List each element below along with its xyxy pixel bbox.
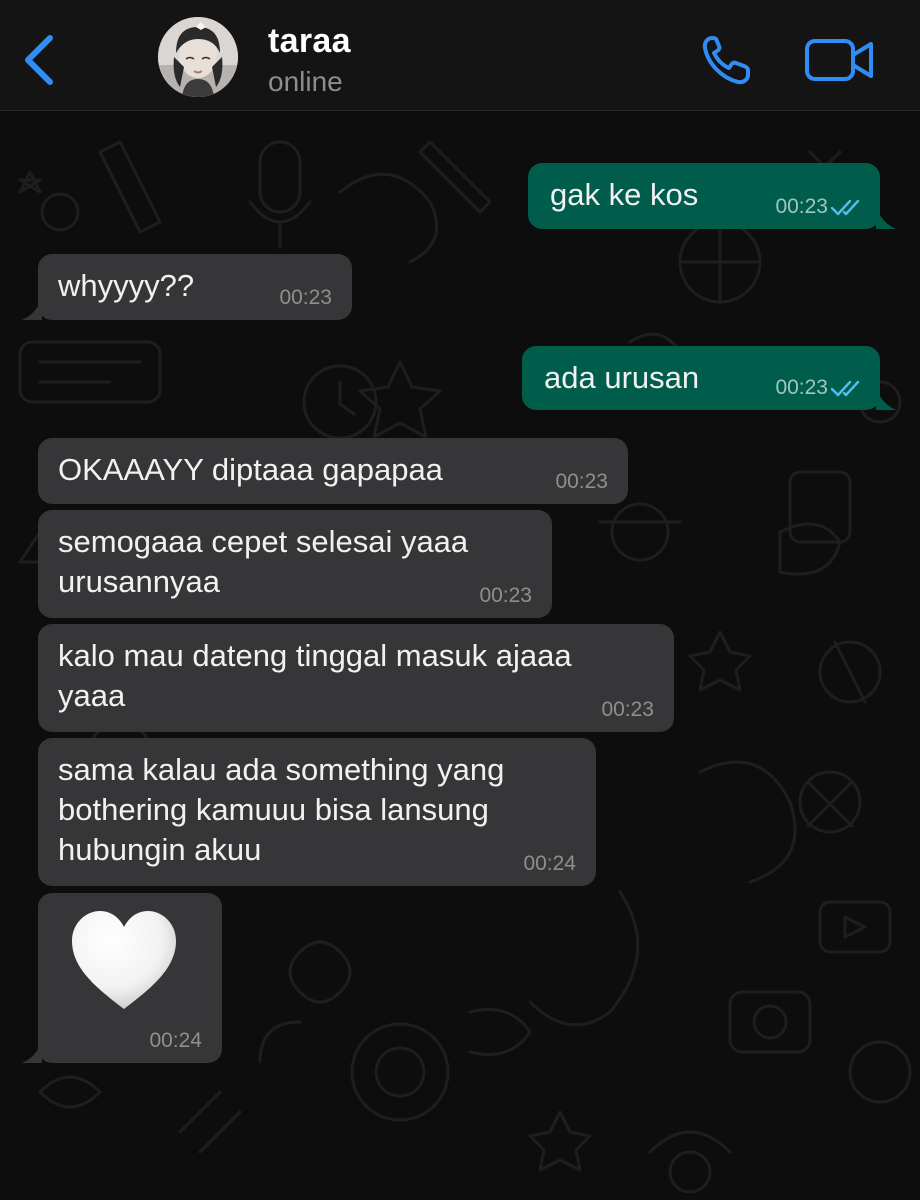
message-list[interactable]: gak ke kos 00:23 whyyyy?? 00:23 ada urus… <box>0 112 920 1200</box>
message-bubble-incoming[interactable]: 00:24 <box>22 893 222 1063</box>
voice-call-button[interactable] <box>698 32 758 88</box>
message-time: 00:23 <box>555 470 608 493</box>
message-bubble-incoming[interactable]: whyyyy?? 00:23 <box>22 254 352 320</box>
message-bubble-outgoing[interactable]: gak ke kos 00:23 <box>528 163 896 229</box>
message-bubble-incoming[interactable]: sama kalau ada something yang bothering … <box>38 738 596 886</box>
read-ticks-icon <box>830 199 860 216</box>
chevron-left-icon <box>25 35 53 85</box>
message-text: sama kalau ada something yang bothering … <box>58 752 505 867</box>
message-time: 00:24 <box>149 1029 202 1052</box>
message-time: 00:24 <box>523 852 576 875</box>
contact-status: online <box>268 66 343 97</box>
video-call-button[interactable] <box>804 36 876 84</box>
message-time: 00:23 <box>601 698 654 721</box>
message-time: 00:23 <box>479 584 532 607</box>
message-bubble-incoming[interactable]: kalo mau dateng tinggal masuk ajaaa yaaa… <box>38 624 674 732</box>
message-bubble-incoming[interactable]: semogaaa cepet selesai yaaa urusannyaa 0… <box>38 510 552 618</box>
message-time: 00:23 <box>279 286 332 309</box>
message-text: kalo mau dateng tinggal masuk ajaaa yaaa <box>58 638 572 713</box>
bubble-tail <box>22 298 42 320</box>
bubble-tail <box>22 1041 42 1063</box>
back-button[interactable] <box>18 30 62 90</box>
white-heart-icon <box>72 911 176 1009</box>
video-camera-icon <box>805 39 873 81</box>
chat-screen: taraa online gak ke kos 00:23 whyyyy?? 0… <box>0 0 920 1200</box>
contact-name[interactable]: taraa <box>268 22 351 61</box>
message-text: semogaaa cepet selesai yaaa urusannyaa <box>58 524 469 599</box>
message-bubble-incoming[interactable]: OKAAAYY diptaaa gapapaa 00:23 <box>38 438 628 504</box>
read-ticks-icon <box>830 380 860 397</box>
bubble-tail <box>876 388 896 410</box>
message-text: OKAAAYY diptaaa gapapaa <box>58 452 443 487</box>
chat-header: taraa online <box>0 0 920 111</box>
message-bubble-outgoing[interactable]: ada urusan 00:23 <box>522 346 896 410</box>
message-time: 00:23 <box>775 376 828 399</box>
avatar[interactable] <box>158 17 238 97</box>
bubble-tail <box>876 207 896 229</box>
avatar-photo <box>158 17 238 97</box>
phone-icon <box>702 36 750 85</box>
message-time: 00:23 <box>775 195 828 218</box>
